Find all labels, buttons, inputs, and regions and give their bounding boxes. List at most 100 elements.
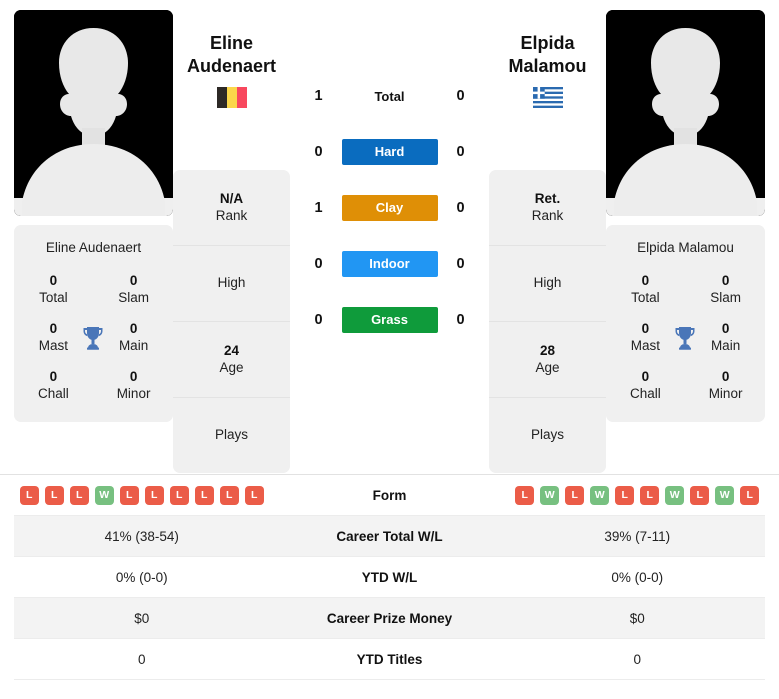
right-stat-chall: 0 Chall [620, 369, 671, 403]
right-form-badge[interactable]: L [640, 485, 660, 505]
left-player-photo[interactable] [14, 10, 173, 216]
right-career-prize: $0 [629, 610, 645, 626]
left-stat-total-label: Total [39, 290, 68, 306]
left-player-first-name: Eline [209, 33, 253, 53]
left-form-badge[interactable]: L [219, 485, 239, 505]
h2h-row-hard: 0 Hard 0 [290, 124, 489, 180]
right-stat-mast-label: Mast [630, 338, 661, 354]
left-form-badge[interactable]: L [44, 485, 64, 505]
left-stat-minor-value: 0 [129, 369, 138, 385]
row-label-career-wl: Career Total W/L [336, 528, 443, 544]
right-titles-row-2: 0 Mast 0 Main [606, 314, 765, 362]
left-form-badge[interactable]: L [244, 485, 264, 505]
table-row-ytd-titles: 0 YTD Titles 0 [14, 639, 765, 680]
h2h-row-grass: 0 Grass 0 [290, 292, 489, 348]
h2h-total-left-score: 1 [314, 88, 323, 104]
left-career-wl: 41% (38-54) [104, 528, 179, 544]
left-high-cell: High [173, 246, 290, 322]
right-form-cell: LWLWLLWLWL [510, 485, 766, 505]
right-form-badge[interactable]: L [615, 485, 635, 505]
left-form-badge[interactable]: L [194, 485, 214, 505]
left-form-strip: LLLWLLLLLL [14, 485, 270, 505]
left-plays-cell: Plays [173, 398, 290, 473]
left-ytd-titles: 0 [137, 651, 146, 667]
left-form-badge[interactable]: L [69, 485, 89, 505]
player-silhouette-photo [606, 10, 765, 216]
left-stat-mast: 0 Mast [28, 321, 79, 355]
table-row-career-prize: $0 Career Prize Money $0 [14, 598, 765, 639]
right-stat-main-value: 0 [721, 321, 730, 337]
right-stat-total-label: Total [631, 290, 660, 306]
table-row-career-wl: 41% (38-54) Career Total W/L 39% (7-11) [14, 516, 765, 557]
h2h-indoor-right-score: 0 [456, 256, 465, 272]
left-stat-mast-label: Mast [38, 338, 69, 354]
surface-badge-clay[interactable]: Clay [341, 195, 438, 221]
left-form-badge[interactable]: L [169, 485, 189, 505]
row-label-career-prize: Career Prize Money [326, 610, 453, 626]
right-ytd-titles: 0 [633, 651, 641, 667]
right-stat-chall-label: Chall [630, 386, 661, 402]
left-form-badge[interactable]: L [19, 485, 39, 505]
row-label-ytd-wl: YTD W/L [361, 569, 418, 585]
right-form-badge[interactable]: W [715, 485, 735, 505]
right-player-column: Elpida Malamou 0 Total 0 Slam 0 Mast 0 M… [606, 10, 765, 423]
h2h-row-clay: 1 Clay 0 [290, 180, 489, 236]
right-player-first-name: Elpida [520, 33, 575, 53]
left-rank-value: N/A [219, 190, 244, 206]
h2h-hard-right-score: 0 [456, 144, 465, 160]
left-stat-main: 0 Main [108, 321, 159, 355]
left-form-cell: LLLWLLLLLL [14, 485, 270, 505]
right-form-badge[interactable]: W [590, 485, 610, 505]
h2h-grass-right-score: 0 [456, 312, 465, 328]
left-titles-row-1: 0 Total 0 Slam [14, 266, 173, 314]
right-stat-mast: 0 Mast [620, 321, 671, 355]
left-form-badge[interactable]: L [119, 485, 139, 505]
right-rank-value: Ret. [534, 190, 561, 206]
comparison-table: LLLWLLLLLL Form LWLWLLWLWL 41% (38-54) C… [0, 474, 779, 680]
right-titles-grid: 0 Total 0 Slam 0 Mast 0 Main 0 Chall 0 M… [606, 266, 765, 410]
left-player-header: Eline Audenaert [173, 10, 290, 170]
surface-badge-hard[interactable]: Hard [341, 139, 438, 165]
right-titles-row-3: 0 Chall 0 Minor [606, 362, 765, 410]
greece-flag-icon [532, 87, 563, 108]
right-form-badge[interactable]: W [540, 485, 560, 505]
row-label-ytd-titles: YTD Titles [356, 651, 423, 667]
comparison-top-area: Eline Audenaert 0 Total 0 Slam 0 Mast 0 … [0, 0, 779, 473]
h2h-clay-right-score: 0 [456, 200, 465, 216]
left-stat-total-value: 0 [49, 273, 58, 289]
right-form-badge[interactable]: L [740, 485, 760, 505]
right-age-cell: 28 Age [489, 322, 606, 398]
right-player-photo[interactable] [606, 10, 765, 216]
right-form-badge[interactable]: L [565, 485, 585, 505]
left-form-badge[interactable]: L [144, 485, 164, 505]
left-stat-slam: 0 Slam [108, 273, 159, 307]
left-stat-main-value: 0 [129, 321, 138, 337]
h2h-indoor-left-score: 0 [314, 256, 323, 272]
left-stat-main-label: Main [118, 338, 149, 354]
right-form-badge[interactable]: L [515, 485, 535, 505]
right-form-badge[interactable]: L [690, 485, 710, 505]
left-age-value: 24 [223, 342, 240, 358]
right-form-badge[interactable]: W [665, 485, 685, 505]
left-rank-label: Rank [215, 207, 248, 223]
left-stat-minor: 0 Minor [108, 369, 159, 403]
right-rank-cell: Ret. Rank [489, 170, 606, 246]
right-stat-total: 0 Total [620, 273, 671, 307]
h2h-hard-left-score: 0 [314, 144, 323, 160]
left-stat-chall-value: 0 [49, 369, 58, 385]
h2h-row-indoor: 0 Indoor 0 [290, 236, 489, 292]
left-form-badge[interactable]: W [94, 485, 114, 505]
right-titles-row-1: 0 Total 0 Slam [606, 266, 765, 314]
right-player-header: Elpida Malamou [489, 10, 606, 170]
left-stat-slam-value: 0 [129, 273, 138, 289]
right-plays-label: Plays [530, 427, 564, 443]
left-stat-total: 0 Total [28, 273, 79, 307]
h2h-clay-left-score: 1 [314, 200, 323, 216]
left-stat-chall: 0 Chall [28, 369, 79, 403]
surface-badge-indoor[interactable]: Indoor [341, 251, 438, 277]
row-label-form: Form [372, 487, 407, 503]
left-titles-card: Eline Audenaert 0 Total 0 Slam 0 Mast 0 … [14, 225, 173, 423]
surface-badge-grass[interactable]: Grass [341, 307, 438, 333]
right-age-label: Age [535, 359, 560, 375]
right-stat-minor: 0 Minor [700, 369, 751, 403]
